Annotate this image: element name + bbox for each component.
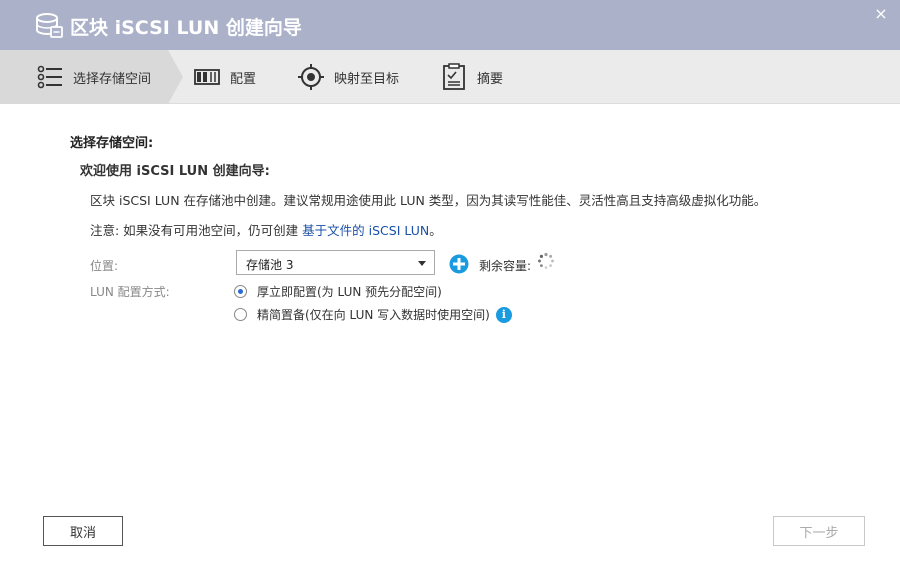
loading-spinner-icon [538,252,554,269]
step-label: 配置 [230,71,257,87]
step-select-storage[interactable]: 选择存储空间 [36,50,151,104]
info-icon[interactable]: i [495,306,512,323]
close-icon[interactable]: × [874,6,888,22]
option-thin-provisioning[interactable]: 精简置备(仅在向 LUN 写入数据时使用空间) i [234,306,512,323]
welcome-heading: 欢迎使用 iSCSI LUN 创建向导: [80,164,270,179]
location-label: 位置: [90,259,119,273]
config-icon [194,69,220,85]
section-title: 选择存储空间: [70,136,154,151]
list-icon [37,65,62,89]
option-thick-provisioning[interactable]: 厚立即配置(为 LUN 预先分配空间) [234,283,442,300]
note-prefix: 注意: 如果没有可用池空间，仍可创建 [90,223,303,238]
radio-thin[interactable] [234,308,247,321]
window-title: 区块 iSCSI LUN 创建向导 [70,17,302,39]
step-label: 选择存储空间 [73,71,152,87]
lun-method-label: LUN 配置方式: [90,285,170,299]
description-text: 区块 iSCSI LUN 在存储池中创建。建议常规用途使用此 LUN 类型，因为… [90,193,767,208]
location-value: 存储池 3 [246,258,294,272]
step-summary[interactable]: 摘要 [440,50,503,104]
step-label: 摘要 [477,71,504,87]
storage-disk-icon [36,13,63,38]
clipboard-icon [443,63,465,90]
title-bar: 区块 iSCSI LUN 创建向导 × [0,0,900,50]
option-label: 精简置备(仅在向 LUN 写入数据时使用空间) [257,308,490,322]
step-map-target[interactable]: 映射至目标 [297,50,399,104]
file-based-lun-link[interactable]: 基于文件的 iSCSI LUN [302,223,429,238]
step-config[interactable]: 配置 [193,50,256,104]
radio-thick[interactable] [234,285,247,298]
add-pool-icon[interactable] [449,254,469,274]
note-suffix: 。 [429,223,442,238]
wizard-steps: 选择存储空间 配置 映射至目标 摘要 [0,50,900,104]
location-select[interactable]: 存储池 3 [236,250,435,275]
note-text: 注意: 如果没有可用池空间，仍可创建 基于文件的 iSCSI LUN。 [90,220,442,239]
step-label: 映射至目标 [334,71,400,87]
option-label: 厚立即配置(为 LUN 预先分配空间) [257,285,442,299]
next-button[interactable]: 下一步 [773,516,865,546]
chevron-down-icon [418,261,426,266]
target-icon [298,64,324,90]
cancel-button[interactable]: 取消 [43,516,123,546]
remaining-capacity-label: 剩余容量: [479,259,532,273]
